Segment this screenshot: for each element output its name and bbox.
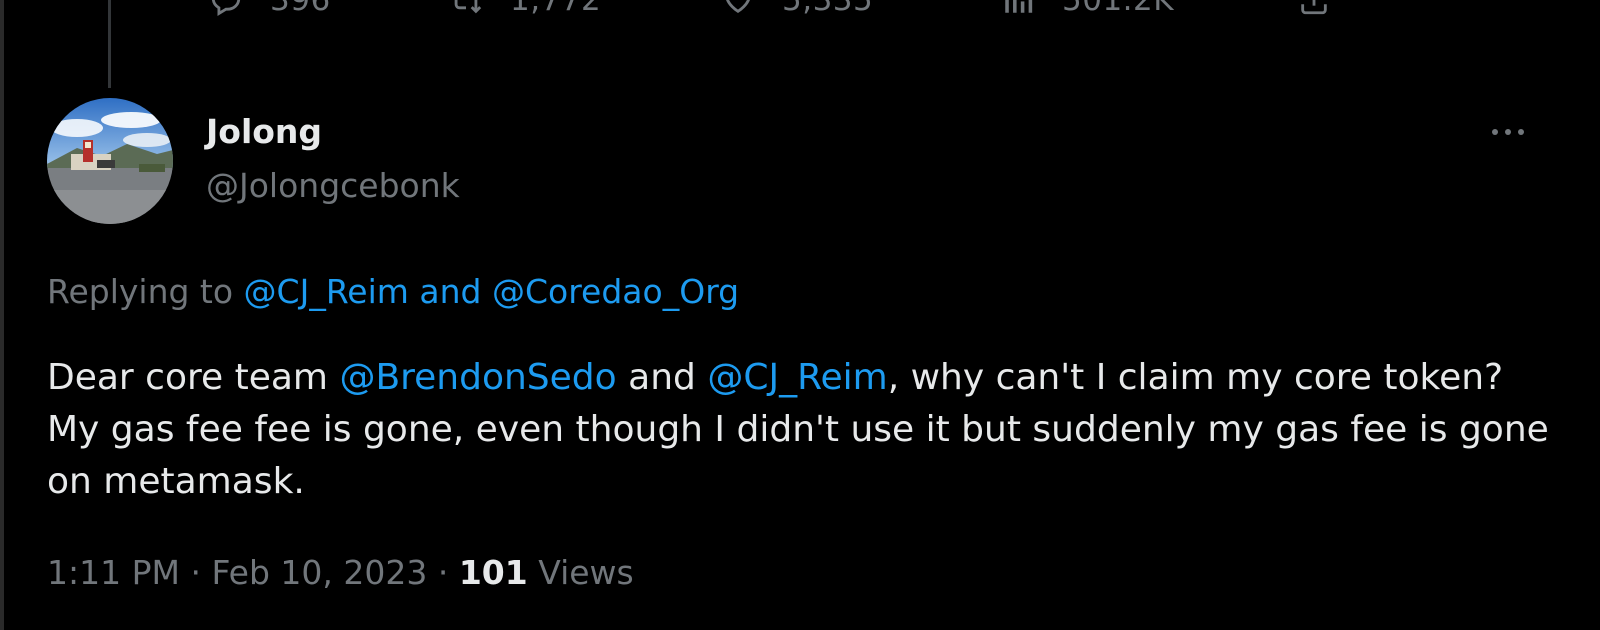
more-icon-dot <box>1505 129 1511 135</box>
tweet-date[interactable]: Feb 10, 2023 <box>211 553 427 592</box>
tweet-text-part: Dear core team <box>47 357 340 398</box>
separator-dot: · <box>437 553 449 592</box>
share-button[interactable] <box>1296 0 1332 30</box>
tweet-metadata: 1:11 PM · Feb 10, 2023 · 101 Views <box>47 553 634 592</box>
retweet-count: 1,772 <box>510 0 602 18</box>
left-border <box>0 0 4 630</box>
replying-to-mention[interactable]: @Coredao_Org <box>492 272 739 311</box>
display-name[interactable]: Jolong <box>206 112 322 151</box>
thread-connector-line <box>108 0 111 88</box>
retweet-icon <box>448 0 484 18</box>
like-button[interactable]: 5,335 <box>720 0 873 30</box>
replying-and[interactable]: and <box>419 272 481 311</box>
tweet-text-part: and <box>616 357 708 398</box>
retweet-button[interactable]: 1,772 <box>448 0 601 30</box>
more-icon <box>1492 129 1498 135</box>
views-button[interactable]: 501.2K <box>1000 0 1174 30</box>
analytics-icon <box>1000 0 1036 18</box>
reply-count: 396 <box>270 0 331 18</box>
mention-link[interactable]: @CJ_Reim <box>707 357 887 398</box>
tweet-text: Dear core team @BrendonSedo and @CJ_Reim… <box>47 352 1557 508</box>
replying-to-line: Replying to @CJ_Reim and @Coredao_Org <box>47 272 739 311</box>
views-count: 501.2K <box>1062 0 1175 18</box>
more-options-button[interactable] <box>1478 114 1538 150</box>
views-label: Views <box>538 553 634 592</box>
reply-button[interactable]: 396 <box>208 0 331 30</box>
replying-prefix: Replying to <box>47 272 234 311</box>
reply-icon <box>208 0 244 18</box>
like-count: 5,335 <box>782 0 874 18</box>
avatar[interactable] <box>47 98 173 224</box>
views-number: 101 <box>458 553 528 592</box>
heart-icon <box>720 0 756 18</box>
mention-link[interactable]: @BrendonSedo <box>339 357 616 398</box>
share-icon <box>1296 0 1332 18</box>
user-handle[interactable]: @Jolongcebonk <box>206 166 460 205</box>
action-bar: 396 1,772 5,335 501.2K <box>0 0 1600 30</box>
tweet-frame: 396 1,772 5,335 501.2K Jolong @Jolongceb… <box>0 0 1600 630</box>
more-icon-dot <box>1518 129 1524 135</box>
replying-to-mention[interactable]: @CJ_Reim <box>244 272 409 311</box>
separator-dot: · <box>190 553 201 592</box>
tweet-time[interactable]: 1:11 PM <box>47 553 180 592</box>
